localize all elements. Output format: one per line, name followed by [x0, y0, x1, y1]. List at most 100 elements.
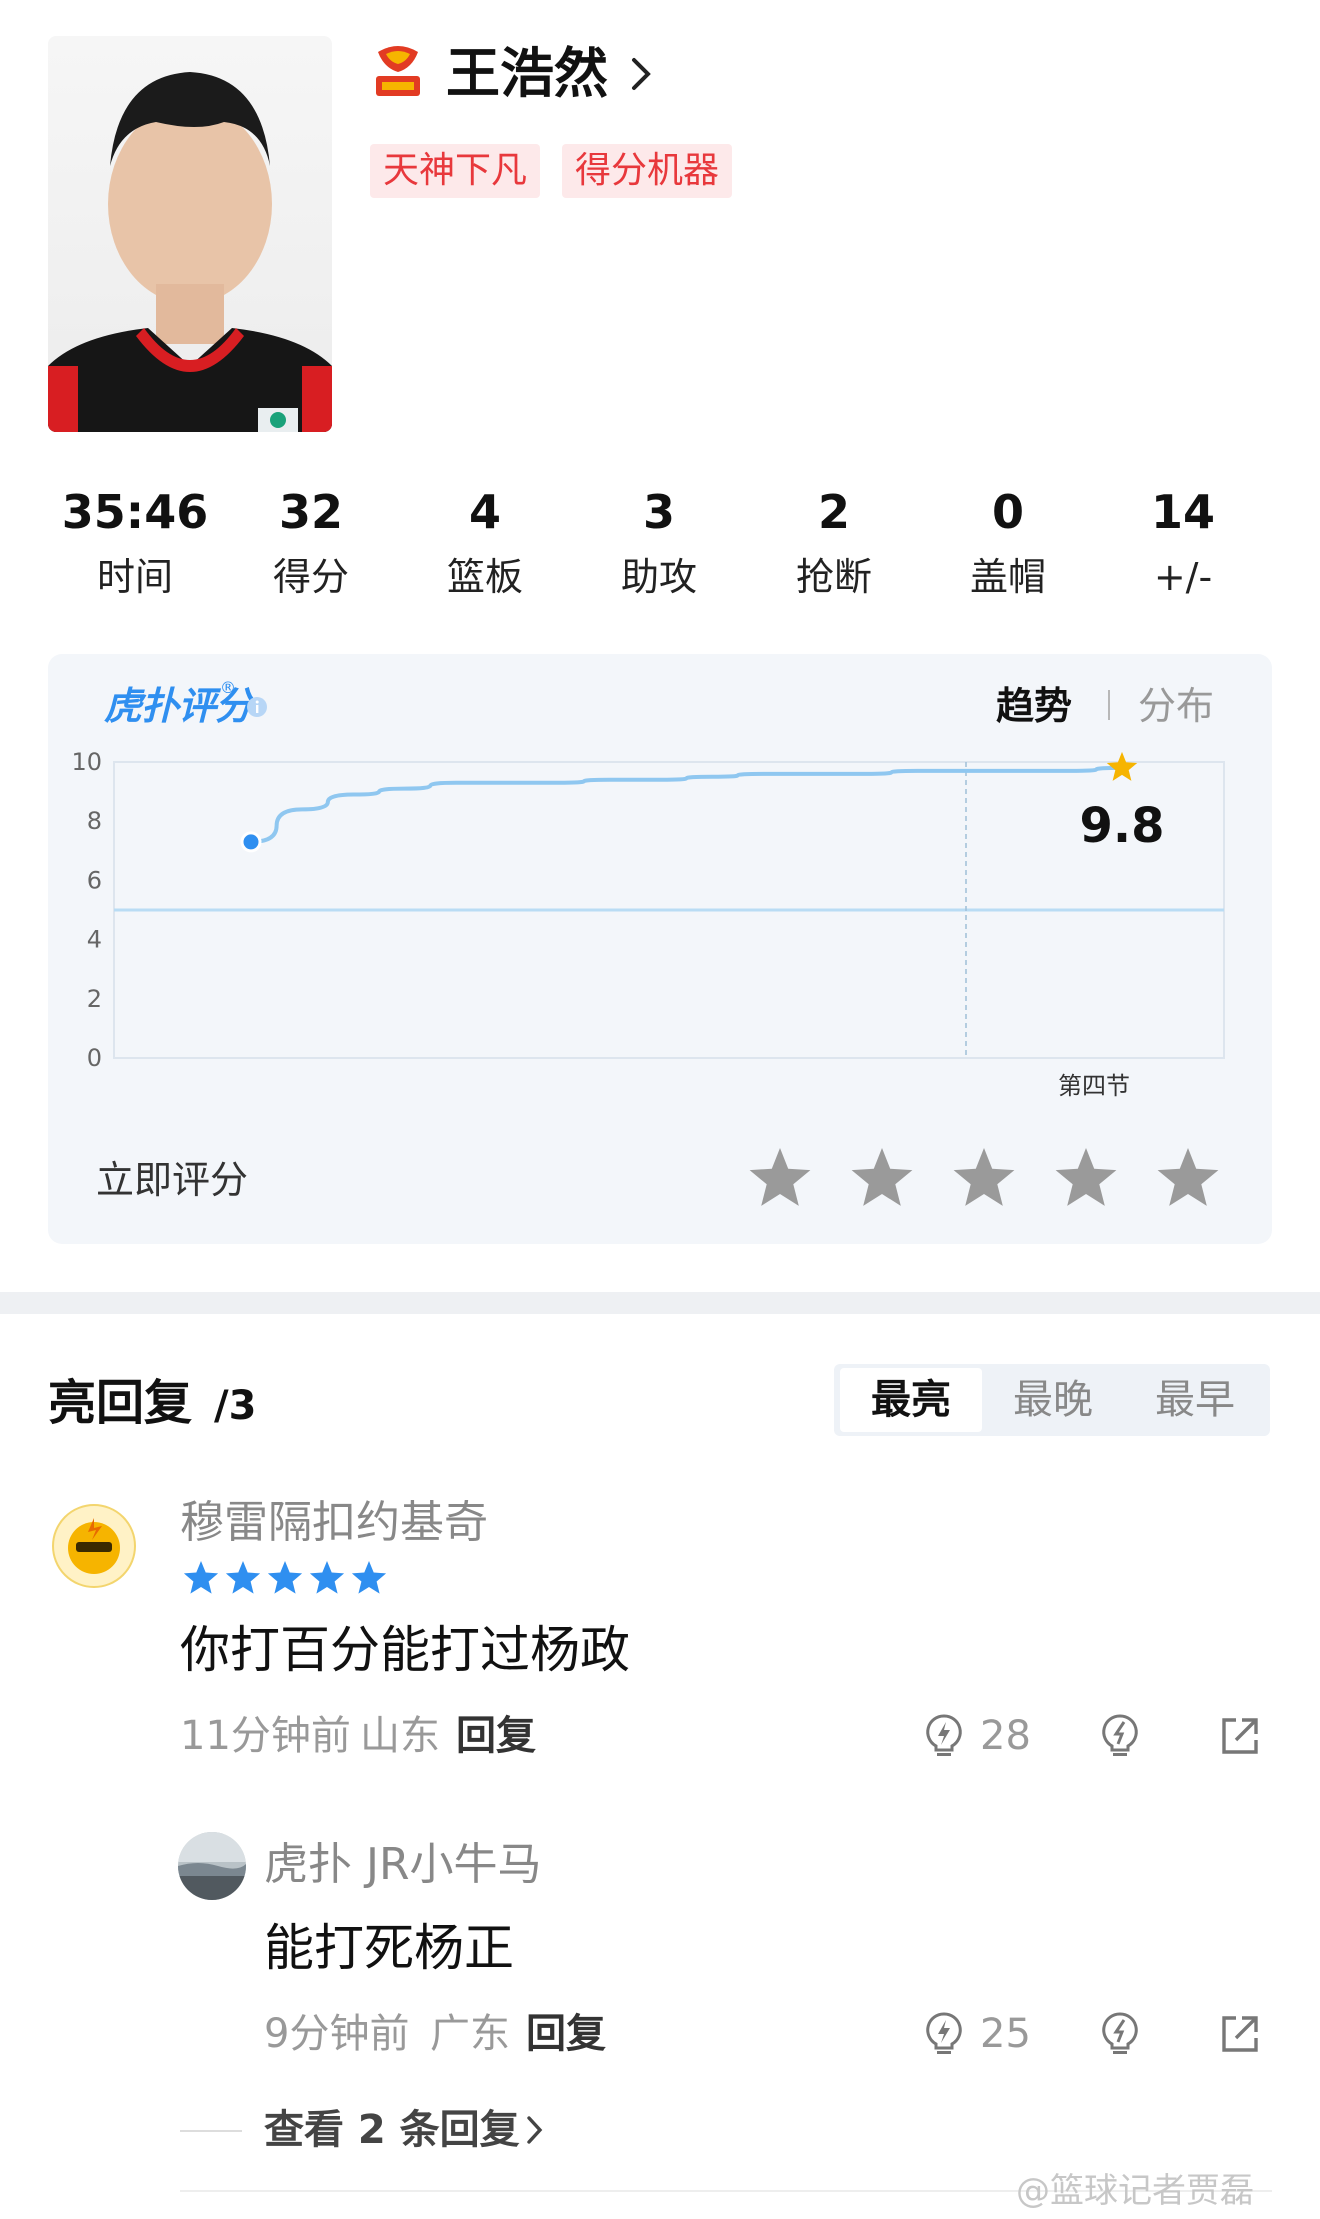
stat-label: 抢断 [795, 555, 872, 599]
player-photo [48, 36, 332, 432]
reply-username[interactable]: 穆雷隔扣约基奇 [180, 1492, 488, 1554]
user-star-icon [183, 1561, 219, 1594]
y-tick-label: 10 [71, 748, 102, 776]
reply-text: 你打百分能打过杨政 [180, 1621, 630, 1679]
rating-trend-chart: 10 8 6 4 2 0 第四节 9.8 [71, 748, 1225, 1100]
section-divider [0, 1292, 1320, 1314]
avatar[interactable] [52, 1504, 136, 1588]
reply-time: 11分钟前 [180, 1713, 351, 1759]
stat-value: 32 [278, 485, 343, 539]
rate-star-icon[interactable] [952, 1146, 1016, 1210]
rate-star-icon[interactable] [1156, 1146, 1220, 1210]
stat-value: 35:46 [61, 485, 209, 539]
stat-value: 4 [468, 485, 501, 539]
light-up-icon[interactable] [922, 1712, 966, 1760]
likes-count: 25 [980, 2011, 1031, 2057]
stat-minutes: 35:46 时间 [50, 480, 220, 610]
sort-option-earliest[interactable]: 最早 [1124, 1364, 1266, 1436]
stat-label: 盖帽 [969, 555, 1046, 599]
series-point [1019, 770, 1021, 772]
chevron-right-icon[interactable] [524, 2112, 546, 2148]
stat-label: 助攻 [620, 555, 697, 599]
avatar[interactable] [178, 1832, 246, 1900]
sort-option-best[interactable]: 最亮 [840, 1368, 982, 1432]
series-point [660, 779, 662, 781]
stat-value: 2 [817, 485, 850, 539]
series-point [352, 794, 354, 796]
stat-label: +/- [1153, 555, 1213, 599]
series-point [762, 773, 764, 775]
dislike-icon[interactable] [1098, 2010, 1142, 2058]
user-star-icon [225, 1561, 261, 1594]
share-icon[interactable] [1218, 1714, 1262, 1762]
reply-button[interactable]: 回复 [526, 2004, 606, 2064]
series-point [506, 782, 508, 784]
rate-star-icon[interactable] [1054, 1146, 1118, 1210]
stat-label: 得分 [272, 555, 349, 599]
series-point [557, 782, 559, 784]
replies-title: 亮回复 [48, 1375, 193, 1431]
series-point [916, 770, 918, 772]
series-point [404, 788, 406, 790]
reply-text: 能打死杨正 [264, 1919, 514, 1977]
player-tag: 天神下凡 [370, 144, 541, 198]
stat-plus-minus: 14 +/- [1098, 480, 1268, 610]
chevron-right-icon[interactable] [628, 52, 656, 96]
replies-count: /3 [214, 1383, 257, 1429]
stat-points: 32 得分 [226, 480, 396, 610]
series-point [609, 779, 611, 781]
reply-time: 9分钟前 [264, 2011, 410, 2057]
user-star-icon [351, 1561, 387, 1594]
series-point [301, 808, 303, 810]
reply-location: 山东 [360, 1713, 440, 1759]
user-rating-stars [182, 1558, 392, 1602]
stat-label: 篮板 [446, 555, 523, 599]
stat-steals: 2 抢断 [749, 480, 919, 610]
team-logo-icon [372, 42, 424, 100]
y-tick-label: 4 [87, 926, 102, 954]
player-tag: 得分机器 [562, 144, 733, 198]
reply-location: 广东 [430, 2011, 510, 2057]
rate-star-icon[interactable] [850, 1146, 914, 1210]
y-tick-label: 8 [87, 807, 102, 835]
series-point [814, 773, 816, 775]
info-icon[interactable] [246, 696, 268, 718]
stat-blocks: 0 盖帽 [923, 480, 1093, 610]
series-point [865, 773, 867, 775]
view-more-line [180, 2130, 242, 2132]
user-star-icon [309, 1561, 345, 1594]
y-tick-label: 6 [87, 866, 102, 894]
x-annotation-label: 第四节 [1058, 1072, 1130, 1100]
tab-trend[interactable]: 趋势 [996, 678, 1072, 734]
series-point [967, 770, 969, 772]
stat-label: 时间 [96, 555, 173, 599]
registered-mark: ® [220, 678, 236, 697]
series-point [1070, 770, 1072, 772]
current-score-label: 9.8 [1079, 798, 1164, 854]
start-point [240, 831, 262, 853]
light-up-icon[interactable] [922, 2010, 966, 2058]
player-name[interactable]: 王浩然 [446, 38, 608, 110]
dislike-icon[interactable] [1098, 1712, 1142, 1760]
stat-assists: 3 助攻 [574, 480, 744, 610]
likes-count: 28 [980, 1713, 1031, 1759]
stat-rebounds: 4 篮板 [400, 480, 570, 610]
series-point [711, 776, 713, 778]
stat-value: 14 [1150, 485, 1215, 539]
reply-username[interactable]: 虎扑 JR小牛马 [264, 1834, 542, 1896]
sort-option-latest[interactable]: 最晚 [982, 1364, 1124, 1436]
tab-distribution[interactable]: 分布 [1138, 678, 1214, 734]
y-tick-label: 2 [87, 985, 102, 1013]
user-star-icon [267, 1561, 303, 1594]
stat-value: 0 [991, 485, 1024, 539]
tab-divider [1108, 690, 1110, 720]
rate-now-label: 立即评分 [96, 1158, 249, 1202]
reply-button[interactable]: 回复 [456, 1706, 536, 1766]
series-point [455, 782, 457, 784]
rate-star-icon[interactable] [748, 1146, 812, 1210]
watermark: @篮球记者贾磊 [1016, 2171, 1254, 2211]
share-icon[interactable] [1218, 2012, 1262, 2060]
y-tick-label: 0 [87, 1044, 102, 1072]
view-more-replies[interactable]: 查看 2 条回复 [264, 2100, 520, 2160]
stat-value: 3 [642, 485, 675, 539]
